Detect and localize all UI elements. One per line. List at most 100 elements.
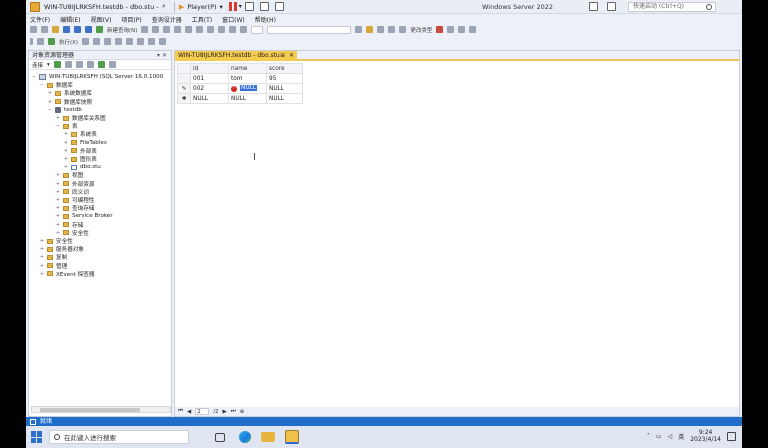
open-icon[interactable] [63, 26, 70, 33]
menu-project[interactable]: 项目(P) [121, 15, 141, 24]
tree-node[interactable]: + 查询存储 [55, 204, 95, 212]
paste-icon[interactable] [207, 26, 215, 33]
chevron-down-icon[interactable]: ▾ [47, 62, 50, 68]
execute-sql-icon[interactable] [436, 26, 444, 33]
toolbox-icon[interactable] [388, 26, 396, 33]
object-explorer-icon[interactable] [366, 26, 374, 33]
new-record-icon[interactable]: ⊕ [240, 409, 245, 415]
cut-icon[interactable] [185, 26, 193, 33]
column-header[interactable]: id [190, 63, 229, 74]
uncomment-icon[interactable] [137, 38, 145, 45]
dax-icon[interactable] [174, 26, 182, 33]
pause-icon[interactable] [228, 2, 237, 11]
vm-fullscreen-icon[interactable] [259, 2, 269, 11]
task-view-icon[interactable] [215, 432, 225, 442]
tree-node[interactable]: + 同义词 [55, 188, 89, 196]
sort-icon[interactable] [458, 26, 466, 33]
collapse-icon[interactable]: − [39, 82, 45, 88]
filter-icon[interactable] [469, 26, 477, 33]
expand-icon[interactable]: + [39, 254, 45, 260]
expand-icon[interactable]: + [63, 140, 69, 146]
mdx-icon[interactable] [141, 26, 149, 33]
scrollbar-thumb[interactable] [40, 408, 140, 412]
expand-icon[interactable]: + [55, 230, 61, 236]
expand-icon[interactable]: + [63, 131, 69, 137]
stop-icon[interactable] [75, 61, 83, 68]
expand-icon[interactable]: + [39, 271, 45, 277]
tree-node[interactable]: − 数据库 [39, 81, 73, 89]
grid-cell-editing[interactable]: ! NULL [228, 83, 267, 94]
expand-icon[interactable]: + [55, 115, 61, 121]
disconnect-icon[interactable] [64, 61, 72, 68]
activity-monitor-icon[interactable] [108, 61, 116, 68]
parse-icon[interactable] [93, 38, 101, 45]
menu-query-designer[interactable]: 查询设计器 [152, 15, 182, 24]
tree-node[interactable]: + 外部资源 [55, 180, 95, 188]
save-icon[interactable] [74, 26, 81, 33]
window-icon[interactable] [240, 26, 248, 33]
tree-node[interactable]: + Service Broker [55, 212, 113, 220]
search-combo[interactable] [267, 25, 352, 34]
collapse-icon[interactable]: − [31, 74, 37, 80]
copy-icon[interactable] [196, 26, 204, 33]
filter-icon[interactable] [86, 61, 94, 68]
new-query-icon[interactable] [96, 26, 103, 33]
menu-help[interactable]: 帮助(H) [255, 15, 276, 24]
expand-icon[interactable]: + [63, 148, 69, 154]
notification-icon[interactable] [727, 431, 736, 441]
expand-icon[interactable]: + [55, 205, 61, 211]
tree-node[interactable]: + 数据库快照 [47, 98, 92, 106]
tree-node[interactable]: + 图形表 [63, 155, 97, 163]
template-icon[interactable] [377, 26, 385, 33]
debug-icon[interactable] [37, 38, 44, 45]
file-explorer-icon[interactable] [261, 432, 275, 442]
network-icon[interactable]: ▭ [656, 433, 662, 440]
indent-icon[interactable] [148, 38, 156, 45]
grid-cell[interactable]: NULL [266, 83, 303, 94]
grid-cell[interactable]: 002 [190, 83, 229, 94]
player-menu[interactable]: ▶ Player(P) ▾ [179, 3, 223, 11]
execute-button[interactable]: 执行(X) [59, 38, 78, 46]
row-selector[interactable]: ✱ [177, 93, 191, 104]
expand-icon[interactable]: + [55, 213, 61, 219]
collapse-icon[interactable]: − [47, 107, 53, 113]
dmx-icon[interactable] [152, 26, 160, 33]
save-all-icon[interactable] [85, 26, 92, 33]
panel-icon[interactable] [607, 2, 616, 11]
search-icon[interactable]: ⌕ [162, 2, 166, 11]
execute-icon[interactable] [48, 38, 55, 45]
connect-icon[interactable] [53, 61, 61, 68]
ime-indicator[interactable]: 英 [678, 432, 684, 441]
tree-node[interactable]: + 复制 [39, 253, 67, 261]
forward-icon[interactable] [41, 26, 48, 33]
tree-node[interactable]: + 存储 [55, 221, 83, 229]
row-selector[interactable] [177, 73, 191, 84]
tree-node[interactable]: + 可编程性 [55, 196, 95, 204]
results-grid-icon[interactable] [104, 38, 112, 45]
grid-cell[interactable]: tom [228, 73, 267, 84]
grid-cell[interactable]: NULL [190, 93, 229, 104]
tree-node[interactable]: + dbo.stu [63, 163, 101, 171]
row-selector-header[interactable] [177, 63, 191, 74]
pin-icon[interactable]: ⊞ [280, 51, 285, 61]
edge-icon[interactable] [239, 431, 251, 443]
expand-icon[interactable]: + [55, 181, 61, 187]
menu-window[interactable]: 窗口(W) [222, 15, 245, 24]
cell-editor[interactable]: NULL [240, 85, 258, 91]
expand-icon[interactable]: + [39, 246, 45, 252]
tree-node[interactable]: + 系统表 [63, 130, 97, 138]
column-header[interactable]: score [266, 63, 303, 74]
properties-icon[interactable] [355, 26, 363, 33]
tree-node[interactable]: + 数据库关系图 [55, 114, 106, 122]
undo-icon[interactable] [218, 26, 226, 33]
quick-launch-input[interactable]: 快速启动 (Ctrl+Q) [628, 2, 716, 12]
customize-icon[interactable] [399, 26, 407, 33]
expand-icon[interactable]: + [39, 238, 45, 244]
row-selector[interactable]: ✎ [177, 83, 191, 94]
collapse-icon[interactable]: − [55, 123, 61, 129]
verify-sql-icon[interactable] [447, 26, 455, 33]
next-record-icon[interactable]: ▶ [223, 409, 227, 415]
tab-dbo-stu[interactable]: WIN-TU8IJLRKSFH.testdb - dbo.stu ⊞ ✕ [175, 51, 297, 61]
xmla-icon[interactable] [163, 26, 171, 33]
column-header[interactable]: name [228, 63, 267, 74]
